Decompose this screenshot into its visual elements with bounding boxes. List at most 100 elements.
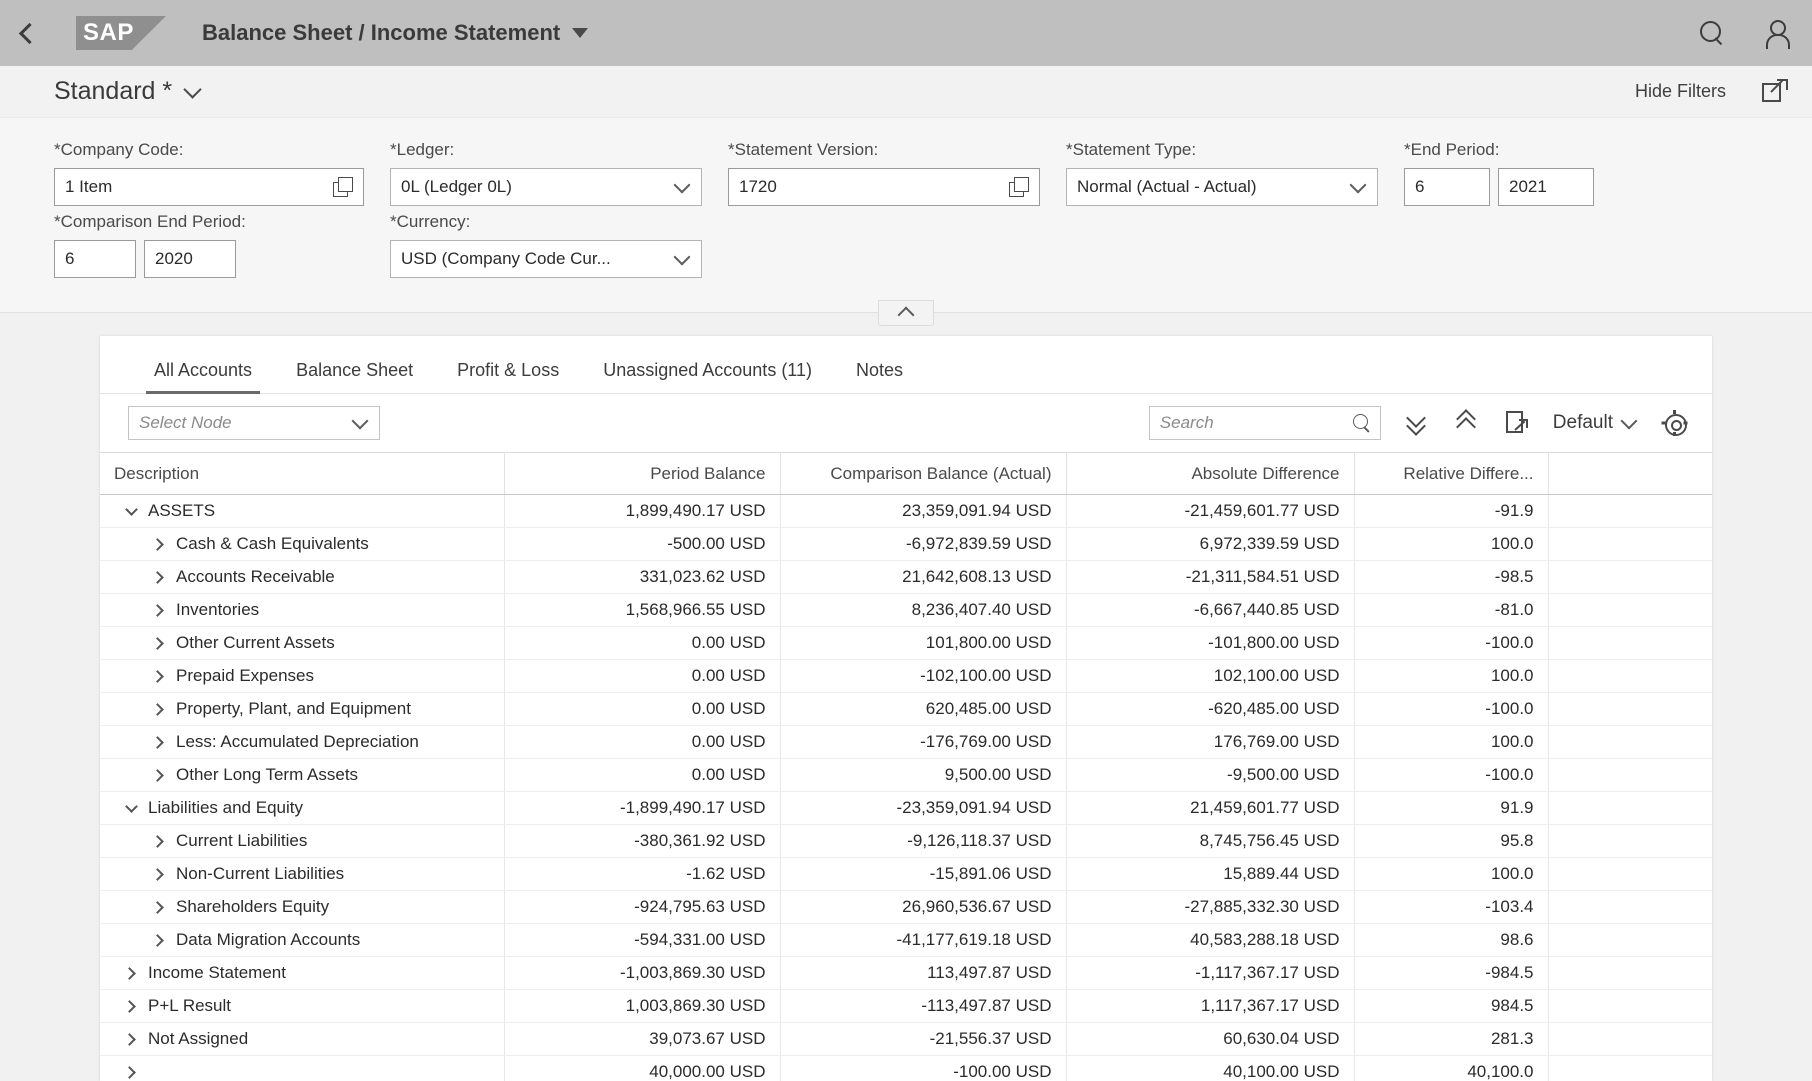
table-row[interactable]: Prepaid Expenses0.00 USD-102,100.00 USD1… (100, 660, 1712, 693)
column-header-relative_difference[interactable]: Relative Differe... (1354, 453, 1548, 495)
cell-comparison-balance: 620,485.00 USD (780, 693, 1066, 726)
expand-node-button[interactable] (142, 936, 176, 945)
table-row[interactable]: ASSETS1,899,490.17 USD23,359,091.94 USD-… (100, 495, 1712, 528)
filter-currency-select[interactable]: USD (Company Code Cur... (390, 240, 702, 278)
collapse-all-button[interactable] (1455, 410, 1481, 436)
filter-comparison-end-period-year-input[interactable]: 2020 (144, 240, 236, 278)
tab-notes[interactable]: Notes (834, 360, 925, 393)
back-button[interactable] (0, 0, 58, 66)
expand-node-button[interactable] (142, 540, 176, 549)
table-row[interactable]: Data Migration Accounts-594,331.00 USD-4… (100, 924, 1712, 957)
cell-spacer (1548, 726, 1712, 759)
expand-all-button[interactable] (1405, 410, 1431, 436)
filter-bar: *Company Code: 1 Item *Ledger: 0L (Ledge… (0, 118, 1812, 313)
cell-description: Non-Current Liabilities (100, 858, 504, 891)
table-row[interactable]: Liabilities and Equity-1,899,490.17 USD-… (100, 792, 1712, 825)
table-row[interactable]: Non-Current Liabilities-1.62 USD-15,891.… (100, 858, 1712, 891)
shell-search-button[interactable] (1700, 21, 1724, 45)
chevron-right-icon (151, 835, 164, 848)
cell-description: Liabilities and Equity (100, 792, 504, 825)
column-header-absolute_difference[interactable]: Absolute Difference (1066, 453, 1354, 495)
table-row[interactable]: P+L Result1,003,869.30 USD-113,497.87 US… (100, 990, 1712, 1023)
cell-absolute-difference: 60,630.04 USD (1066, 1023, 1354, 1056)
table-row[interactable]: Other Long Term Assets0.00 USD9,500.00 U… (100, 759, 1712, 792)
tab-unassigned-accounts-11[interactable]: Unassigned Accounts (11) (581, 360, 834, 393)
expand-node-button[interactable] (142, 738, 176, 747)
filter-statement-version-input[interactable]: 1720 (728, 168, 1040, 206)
app-title[interactable]: Balance Sheet / Income Statement (202, 20, 588, 46)
filter-comparison-end-period-period-input[interactable]: 6 (54, 240, 136, 278)
expand-node-button[interactable] (142, 870, 176, 879)
cell-description: Data Migration Accounts (100, 924, 504, 957)
cell-period-balance: -1.62 USD (504, 858, 780, 891)
table-row[interactable]: Other Current Assets0.00 USD101,800.00 U… (100, 627, 1712, 660)
expand-node-button[interactable] (142, 705, 176, 714)
expand-node-button[interactable] (142, 639, 176, 648)
expand-node-button[interactable] (142, 672, 176, 681)
table-row[interactable]: Less: Accumulated Depreciation0.00 USD-1… (100, 726, 1712, 759)
view-selector[interactable]: Default (1553, 412, 1638, 434)
row-description: Current Liabilities (176, 831, 307, 851)
row-description: Property, Plant, and Equipment (176, 699, 411, 719)
column-header-period_balance[interactable]: Period Balance (504, 453, 780, 495)
expand-node-button[interactable] (142, 573, 176, 582)
tab-all-accounts[interactable]: All Accounts (132, 360, 274, 393)
value-help-icon[interactable] (333, 177, 353, 197)
export-to-pdf-icon[interactable] (1505, 410, 1529, 436)
table-row[interactable]: Cash & Cash Equivalents-500.00 USD-6,972… (100, 528, 1712, 561)
filter-currency-value: USD (Company Code Cur... (401, 249, 676, 269)
cell-absolute-difference: 40,583,288.18 USD (1066, 924, 1354, 957)
variant-bar-actions: Hide Filters (1635, 79, 1788, 105)
table-row[interactable]: 40,000.00 USD-100.00 USD40,100.00 USD40,… (100, 1056, 1712, 1081)
table-row[interactable]: Accounts Receivable331,023.62 USD21,642,… (100, 561, 1712, 594)
cell-relative-difference: -91.9 (1354, 495, 1548, 528)
expand-node-button[interactable] (142, 771, 176, 780)
cell-relative-difference: -100.0 (1354, 627, 1548, 660)
expand-node-button[interactable] (114, 1002, 148, 1011)
expand-node-button[interactable] (142, 606, 176, 615)
filter-ledger-select[interactable]: 0L (Ledger 0L) (390, 168, 702, 206)
select-node-dropdown[interactable]: Select Node (128, 406, 380, 440)
expand-node-button[interactable] (114, 1068, 148, 1077)
cell-relative-difference: 98.6 (1354, 924, 1548, 957)
cell-relative-difference: -984.5 (1354, 957, 1548, 990)
table-row[interactable]: Inventories1,568,966.55 USD8,236,407.40 … (100, 594, 1712, 627)
table-row[interactable]: Not Assigned39,073.67 USD-21,556.37 USD6… (100, 1023, 1712, 1056)
filter-company-code-input[interactable]: 1 Item (54, 168, 364, 206)
column-header-description[interactable]: Description (100, 453, 504, 495)
expand-node-button[interactable] (114, 969, 148, 978)
expand-node-button[interactable] (142, 903, 176, 912)
collapse-node-button[interactable] (114, 806, 148, 811)
table-row[interactable]: Current Liabilities-380,361.92 USD-9,126… (100, 825, 1712, 858)
expand-node-button[interactable] (114, 1035, 148, 1044)
user-menu-button[interactable] (1764, 20, 1788, 46)
user-icon (1764, 20, 1788, 46)
cell-relative-difference: 281.3 (1354, 1023, 1548, 1056)
hide-filters-button[interactable]: Hide Filters (1635, 81, 1726, 102)
value-help-icon[interactable] (1009, 177, 1029, 197)
gear-icon[interactable] (1662, 411, 1686, 435)
table-row[interactable]: Property, Plant, and Equipment0.00 USD62… (100, 693, 1712, 726)
table-row[interactable]: Income Statement-1,003,869.30 USD113,497… (100, 957, 1712, 990)
search-input[interactable]: Search (1149, 406, 1381, 440)
filter-end-period-period-input[interactable]: 6 (1404, 168, 1490, 206)
tab-balance-sheet[interactable]: Balance Sheet (274, 360, 435, 393)
cell-description: Shareholders Equity (100, 891, 504, 924)
table-row[interactable]: Shareholders Equity-924,795.63 USD26,960… (100, 891, 1712, 924)
variant-selector[interactable]: Standard * (54, 77, 199, 106)
collapse-filter-bar-button[interactable] (878, 300, 934, 326)
cell-comparison-balance: -6,972,839.59 USD (780, 528, 1066, 561)
share-icon[interactable] (1762, 79, 1788, 105)
expand-node-button[interactable] (142, 837, 176, 846)
filter-end-period-year-input[interactable]: 2021 (1498, 168, 1594, 206)
cell-comparison-balance: -15,891.06 USD (780, 858, 1066, 891)
cell-absolute-difference: 102,100.00 USD (1066, 660, 1354, 693)
filter-statement-type-select[interactable]: Normal (Actual - Actual) (1066, 168, 1378, 206)
column-header-comparison_balance[interactable]: Comparison Balance (Actual) (780, 453, 1066, 495)
collapse-node-button[interactable] (114, 509, 148, 514)
tab-profit-loss[interactable]: Profit & Loss (435, 360, 581, 393)
column-header-spacer[interactable] (1548, 453, 1712, 495)
cell-relative-difference: 95.8 (1354, 825, 1548, 858)
chevron-right-icon (151, 637, 164, 650)
cell-comparison-balance: -100.00 USD (780, 1056, 1066, 1081)
